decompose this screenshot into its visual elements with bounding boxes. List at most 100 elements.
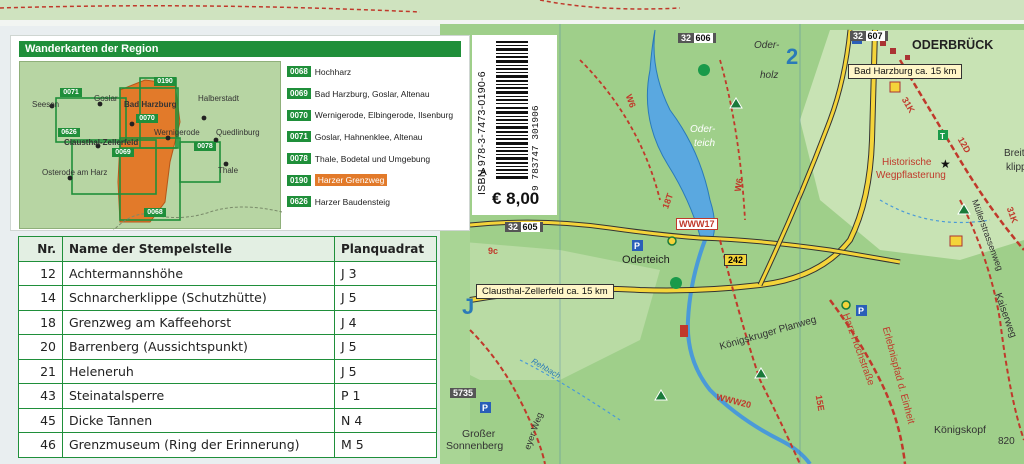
elevation-820: 820 bbox=[998, 436, 1015, 447]
trail-label-www17: WWW17 bbox=[676, 218, 718, 230]
svg-text:P: P bbox=[858, 306, 864, 316]
cell-grid: J 3 bbox=[334, 260, 437, 286]
svg-text:T: T bbox=[940, 132, 945, 141]
map-label-clausthal: Clausthal-Zellerfeld bbox=[64, 138, 139, 147]
region-map-legend: 0068 Hochharz 0069 Bad Harzburg, Goslar,… bbox=[287, 61, 467, 213]
legend-row: 0068 Hochharz bbox=[287, 61, 467, 83]
cell-name: Heleneruh bbox=[62, 358, 335, 384]
label-wegpflasterung: Wegpflasterung bbox=[876, 170, 946, 181]
barcode-digits: 9 783747 301906 bbox=[530, 105, 541, 191]
cell-nr: 46 bbox=[18, 432, 63, 458]
trail-label-9c: 9c bbox=[488, 246, 499, 256]
road-number-prefix: 32 bbox=[681, 33, 692, 43]
cell-grid: M 5 bbox=[334, 432, 437, 458]
cell-grid: J 4 bbox=[334, 309, 437, 335]
svg-text:P: P bbox=[482, 403, 488, 413]
cell-grid: N 4 bbox=[334, 407, 437, 433]
cell-nr: 18 bbox=[18, 309, 63, 335]
direction-sign-clausthal: Clausthal-Zellerfeld ca. 15 km bbox=[476, 284, 614, 299]
legend-code: 0070 bbox=[287, 109, 311, 121]
road-number-prefix: 32 bbox=[508, 222, 519, 232]
cell-nr: 45 bbox=[18, 407, 63, 433]
legend-label: Goslar, Hahnenklee, Altenau bbox=[314, 131, 423, 142]
road-number-suffix: 606 bbox=[693, 33, 713, 43]
region-overview-map: Seesen Goslar Bad Harzburg Halberstadt W… bbox=[19, 61, 283, 233]
table-row: 45 Dicke Tannen N 4 bbox=[18, 407, 437, 433]
cell-grid: J 5 bbox=[334, 285, 437, 311]
legend-label: Hochharz bbox=[314, 66, 352, 77]
map-code-0070: 0070 bbox=[136, 114, 158, 123]
map-label-osterode: Osterode am Harz bbox=[42, 168, 108, 177]
table-row: 12 Achtermannshöhe J 3 bbox=[18, 260, 437, 286]
isbn-barcode-block: ISBN 978-3-7473-0190-6 9 783747 301906 A… bbox=[472, 35, 557, 215]
place-koenigskopf: Königskopf bbox=[934, 424, 986, 436]
legend-row: 0071 Goslar, Hahnenklee, Altenau bbox=[287, 126, 467, 148]
map-label-bad-harzburg: Bad Harzburg bbox=[124, 100, 177, 109]
map-code-0190: 0190 bbox=[154, 77, 176, 86]
svg-text:★: ★ bbox=[940, 157, 951, 171]
legend-label: Wernigerode, Elbingerode, Ilsenburg bbox=[314, 110, 454, 121]
cell-nr: 43 bbox=[18, 383, 63, 409]
table-row: 18 Grenzweg am Kaffeehorst J 4 bbox=[18, 309, 437, 335]
cell-name: Grenzweg am Kaffeehorst bbox=[62, 309, 335, 335]
map-label-halberstadt: Halberstadt bbox=[198, 94, 239, 103]
column-header-grid: Planquadrat bbox=[334, 236, 437, 262]
cell-name: Grenzmuseum (Ring der Erinnerung) bbox=[62, 432, 335, 458]
road-number-32-607: 32 607 bbox=[850, 31, 888, 41]
map-label-goslar: Goslar bbox=[94, 94, 118, 103]
column-header-nr: Nr. bbox=[18, 236, 63, 262]
legend-code: 0626 bbox=[287, 196, 311, 208]
legend-label-highlighted: Harzer Grenzweg bbox=[314, 174, 388, 187]
road-number-suffix: 607 bbox=[865, 31, 885, 41]
cell-grid: J 5 bbox=[334, 334, 437, 360]
cell-nr: 21 bbox=[18, 358, 63, 384]
cell-nr: 12 bbox=[18, 260, 63, 286]
map-code-0068: 0068 bbox=[144, 208, 166, 217]
cell-nr: 20 bbox=[18, 334, 63, 360]
cell-grid: J 5 bbox=[334, 358, 437, 384]
legend-row: 0070 Wernigerode, Elbingerode, Ilsenburg bbox=[287, 104, 467, 126]
barcode bbox=[494, 41, 530, 181]
road-number-prefix: 32 bbox=[853, 31, 864, 41]
legend-code: 0078 bbox=[287, 153, 311, 165]
road-number-242: 242 bbox=[724, 254, 748, 266]
legend-code: 0068 bbox=[287, 66, 311, 78]
elevation-5735: 5735 bbox=[450, 388, 477, 398]
road-number-suffix: 605 bbox=[520, 222, 540, 232]
table-row: 21 Heleneruh J 5 bbox=[18, 358, 437, 384]
cell-grid: P 1 bbox=[334, 383, 437, 409]
place-oderbrueck: ODERBRÜCK bbox=[912, 38, 994, 52]
price: € 8,00 bbox=[492, 189, 540, 208]
table-header-row: Nr. Name der Stempelstelle Planquadrat bbox=[18, 236, 437, 262]
cell-name: Achtermannshöhe bbox=[62, 260, 335, 286]
grid-label-j: J bbox=[462, 294, 475, 319]
cell-nr: 14 bbox=[18, 285, 63, 311]
forest-label-holz: holz bbox=[760, 70, 779, 81]
svg-text:P: P bbox=[634, 241, 640, 251]
map-label-wernigerode: Wernigerode bbox=[154, 128, 200, 137]
column-header-name: Name der Stempelstelle bbox=[62, 236, 335, 262]
barcode-side-letter: A bbox=[480, 167, 487, 178]
region-maps-panel: Wanderkarten der Region Seesen Goslar Ba… bbox=[10, 35, 470, 233]
legend-label: Bad Harzburg, Goslar, Altenau bbox=[314, 88, 430, 99]
stamp-locations-table: Nr. Name der Stempelstelle Planquadrat 1… bbox=[18, 236, 437, 458]
legend-label: Harzer Baudensteig bbox=[314, 196, 390, 207]
cell-name: Dicke Tannen bbox=[62, 407, 335, 433]
road-number-32-605: 32 605 bbox=[505, 222, 543, 232]
place-grosser: Großer bbox=[462, 428, 496, 440]
cell-name: Barrenberg (Aussichtspunkt) bbox=[62, 334, 335, 360]
label-klipp: klipp bbox=[1006, 162, 1024, 173]
place-oderteich: Oderteich bbox=[622, 254, 670, 266]
region-panel-title: Wanderkarten der Region bbox=[19, 41, 461, 57]
legend-row: 0190 Harzer Grenzweg bbox=[287, 169, 467, 191]
map-code-0071: 0071 bbox=[60, 88, 82, 97]
legend-code: 0069 bbox=[287, 88, 311, 100]
forest-label-oder: Oder- bbox=[754, 40, 780, 51]
road-number-32-606: 32 606 bbox=[678, 33, 716, 43]
place-sonnenberg: Sonnenberg bbox=[446, 440, 504, 452]
map-label-thale: Thale bbox=[218, 166, 239, 175]
legend-code: 0071 bbox=[287, 131, 311, 143]
table-row: 20 Barrenberg (Aussichtspunkt) J 5 bbox=[18, 334, 437, 360]
table-row: 14 Schnarcherklippe (Schutzhütte) J 5 bbox=[18, 285, 437, 311]
lake-label-teich: teich bbox=[694, 138, 716, 149]
